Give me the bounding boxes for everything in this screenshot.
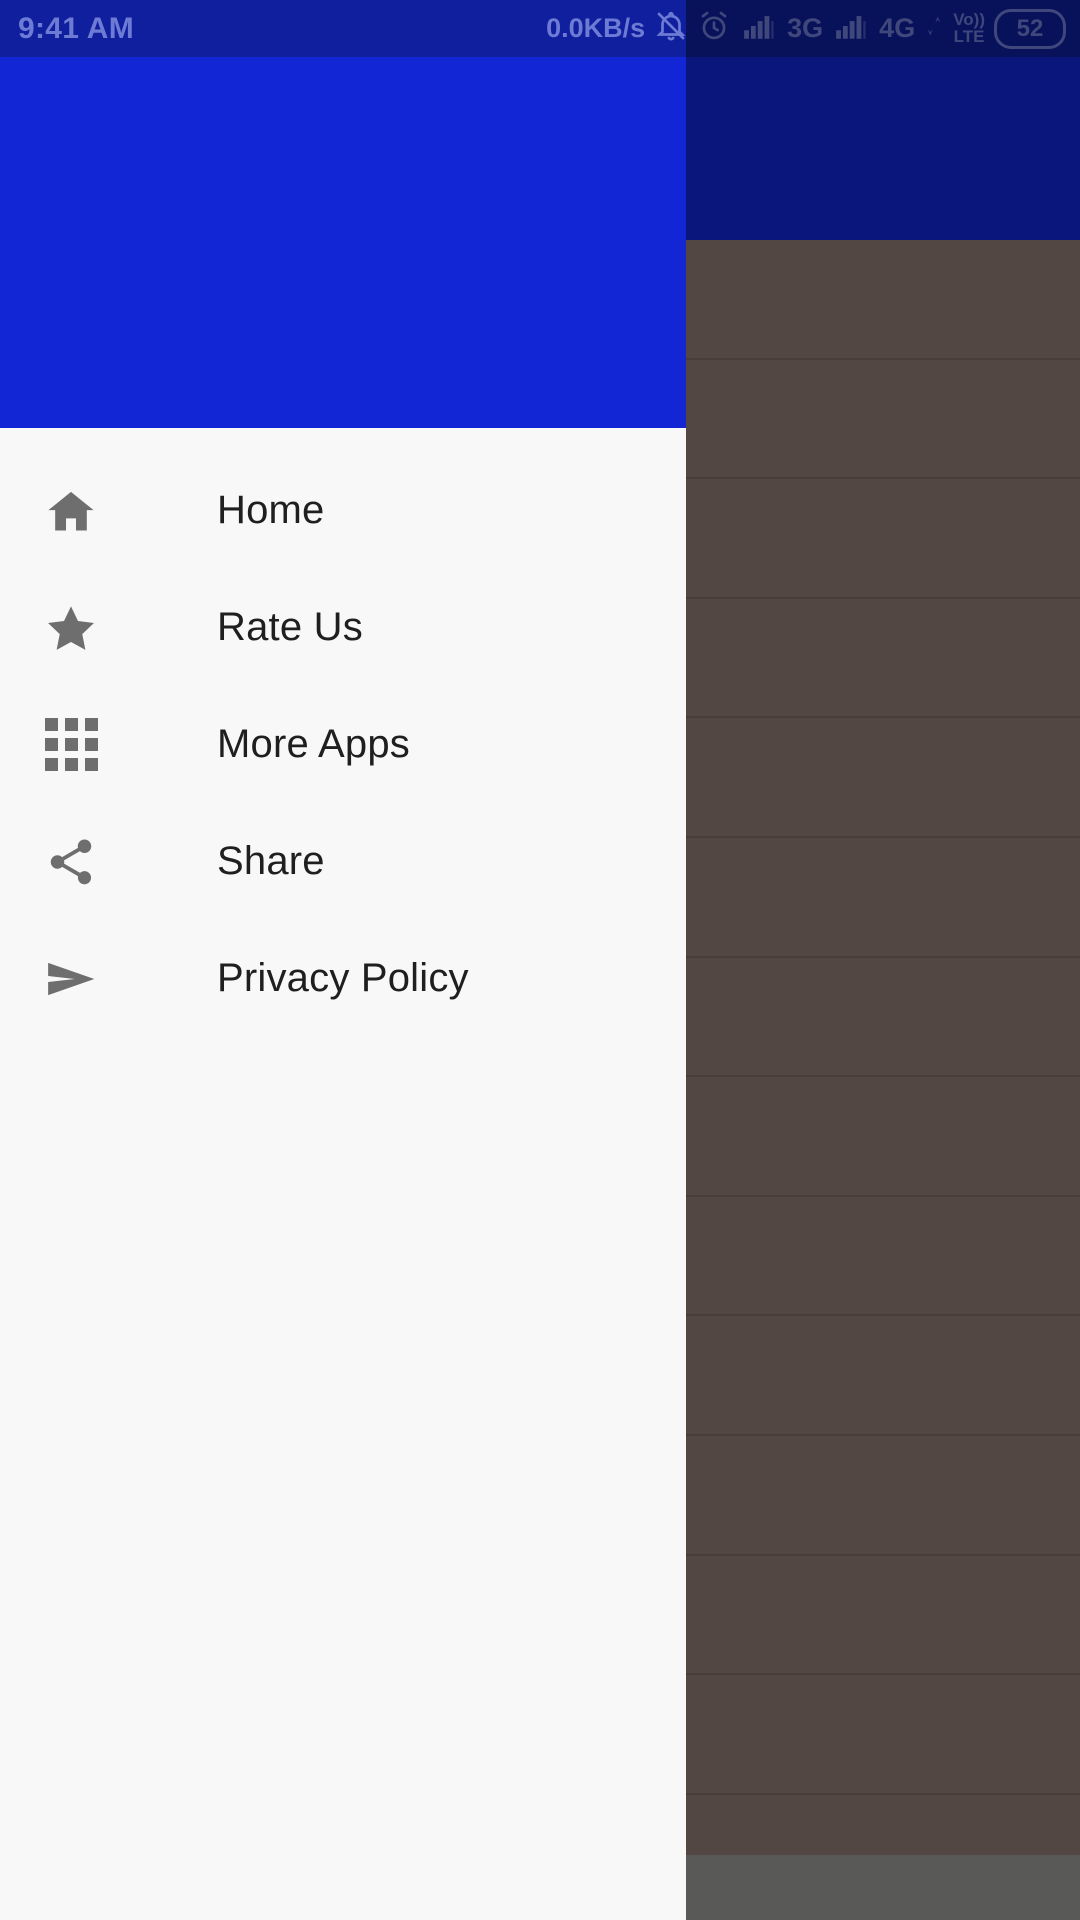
drawer-item-label: Share bbox=[217, 839, 325, 883]
star-icon bbox=[42, 599, 100, 657]
signal-bars-icon bbox=[832, 9, 870, 48]
navigation-drawer: Home Rate Us More Apps Share Privacy Pol… bbox=[0, 57, 686, 1920]
send-icon bbox=[42, 950, 100, 1008]
alarm-clock-icon bbox=[697, 9, 731, 48]
status-indicators: 0.0KB/s 3G 4G Vo)) LTE 52 bbox=[546, 8, 1066, 49]
drawer-menu-list: Home Rate Us More Apps Share Privacy Pol… bbox=[0, 428, 686, 1037]
drawer-item-label: More Apps bbox=[217, 722, 411, 766]
status-clock: 9:41 AM bbox=[18, 11, 135, 45]
battery-indicator: 52 bbox=[994, 8, 1066, 49]
volte-icon: Vo)) LTE bbox=[953, 11, 985, 46]
grid-apps-icon bbox=[42, 716, 100, 774]
network-type-4g-label: 4G bbox=[879, 13, 916, 43]
network-type-3g-label: 3G bbox=[787, 13, 824, 43]
volte-bottom-label: LTE bbox=[953, 26, 985, 46]
drawer-item-more-apps[interactable]: More Apps bbox=[0, 686, 686, 803]
drawer-item-rate-us[interactable]: Rate Us bbox=[0, 569, 686, 686]
share-icon bbox=[42, 833, 100, 891]
drawer-item-label: Privacy Policy bbox=[217, 956, 469, 1000]
drawer-header bbox=[0, 57, 686, 428]
drawer-item-label: Rate Us bbox=[217, 605, 363, 649]
drawer-item-privacy-policy[interactable]: Privacy Policy bbox=[0, 920, 686, 1037]
drawer-item-home[interactable]: Home bbox=[0, 452, 686, 569]
bell-off-icon bbox=[654, 9, 688, 48]
home-icon bbox=[42, 482, 100, 540]
status-bar: 9:41 AM 0.0KB/s 3G 4G Vo)) LTE 52 bbox=[0, 0, 1080, 57]
phone-screen: Home Rate Us More Apps Share Privacy Pol… bbox=[0, 0, 1080, 1920]
drawer-item-label: Home bbox=[217, 488, 325, 532]
network-speed-label: 0.0KB/s bbox=[546, 13, 646, 43]
battery-level-label: 52 bbox=[1016, 14, 1044, 42]
drawer-item-share[interactable]: Share bbox=[0, 803, 686, 920]
signal-bars-icon bbox=[740, 9, 778, 48]
data-transfer-icon bbox=[924, 11, 944, 46]
